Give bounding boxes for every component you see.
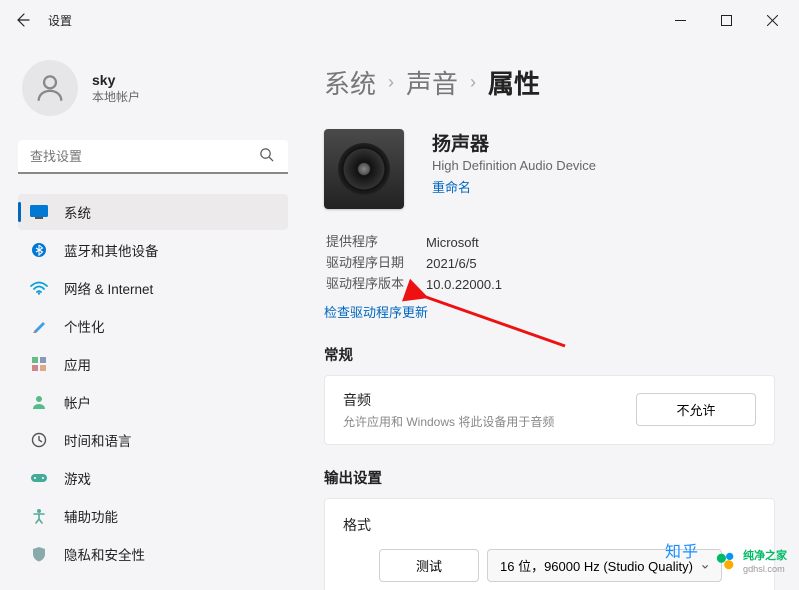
provider-value: Microsoft [426,233,502,252]
breadcrumb: 系统 › 声音 › 属性 [324,64,775,101]
bluetooth-icon [30,242,48,258]
disallow-button[interactable]: 不允许 [636,393,756,426]
person-green-icon [30,394,48,410]
zhihu-watermark: 知乎 [665,538,699,562]
minimize-button[interactable] [657,4,703,36]
driver-date-label: 驱动程序日期 [326,254,424,273]
breadcrumb-system[interactable]: 系统 [324,64,376,101]
nav-label: 系统 [64,202,91,222]
shield-icon [30,546,48,562]
check-driver-updates-link[interactable]: 检查驱动程序更新 [324,302,428,321]
nav-apps[interactable]: 应用 [18,346,288,382]
maximize-icon [721,15,732,26]
arrow-left-icon [14,12,30,28]
nav-system[interactable]: 系统 [18,194,288,230]
nav-label: 帐户 [64,392,91,412]
close-icon [767,15,778,26]
nav-accounts[interactable]: 帐户 [18,384,288,420]
nav-label: 辅助功能 [64,506,118,526]
accessibility-icon [30,508,48,524]
profile-account-type: 本地帐户 [92,88,140,105]
nav-label: 游戏 [64,468,91,488]
audio-card-desc: 允许应用和 Windows 将此设备用于音频 [343,413,554,430]
paintbrush-icon [30,318,48,334]
audio-card-title: 音频 [343,390,554,410]
format-title: 格式 [343,515,756,535]
device-subtitle: High Definition Audio Device [432,158,596,173]
device-title: 扬声器 [432,129,596,156]
clock-icon [30,432,48,448]
gamepad-icon [30,472,48,484]
logo-icon [715,550,737,572]
search-input[interactable] [18,140,288,174]
person-icon [33,71,67,105]
monitor-icon [30,205,48,219]
nav-label: 应用 [64,354,91,374]
nav-label: 时间和语言 [64,430,132,450]
speaker-device-icon [324,129,404,209]
nav-network[interactable]: 网络 & Internet [18,270,288,306]
driver-version-label: 驱动程序版本 [326,275,424,294]
chevron-right-icon: › [388,72,394,93]
breadcrumb-current: 属性 [488,64,540,101]
provider-label: 提供程序 [326,233,424,252]
back-button[interactable] [4,4,40,36]
chevron-right-icon: › [470,72,476,93]
nav-gaming[interactable]: 游戏 [18,460,288,496]
test-button[interactable]: 测试 [379,549,479,582]
maximize-button[interactable] [703,4,749,36]
nav-label: 个性化 [64,316,105,336]
nav-privacy[interactable]: 隐私和安全性 [18,536,288,572]
section-general: 常规 [324,344,775,365]
driver-version-value: 10.0.22000.1 [426,275,502,294]
site-watermark: 纯净之家 gdhsl.com [715,547,787,575]
driver-date-value: 2021/6/5 [426,254,502,273]
window-title: 设置 [48,12,72,29]
breadcrumb-sound[interactable]: 声音 [406,64,458,101]
nav-accessibility[interactable]: 辅助功能 [18,498,288,534]
profile-name: sky [92,72,140,88]
close-button[interactable] [749,4,795,36]
nav-bluetooth[interactable]: 蓝牙和其他设备 [18,232,288,268]
avatar [22,60,78,116]
audio-permission-card: 音频 允许应用和 Windows 将此设备用于音频 不允许 [324,375,775,445]
nav-label: 蓝牙和其他设备 [64,240,159,260]
minimize-icon [675,15,686,26]
nav-label: 隐私和安全性 [64,544,145,564]
user-profile[interactable]: sky 本地帐户 [18,60,288,116]
rename-link[interactable]: 重命名 [432,177,471,196]
format-card: 格式 测试 16 位，96000 Hz (Studio Quality) [324,498,775,590]
apps-icon [30,356,48,372]
section-output: 输出设置 [324,467,775,488]
nav-personalization[interactable]: 个性化 [18,308,288,344]
nav-time-language[interactable]: 时间和语言 [18,422,288,458]
wifi-icon [30,281,48,295]
nav-label: 网络 & Internet [64,278,153,298]
